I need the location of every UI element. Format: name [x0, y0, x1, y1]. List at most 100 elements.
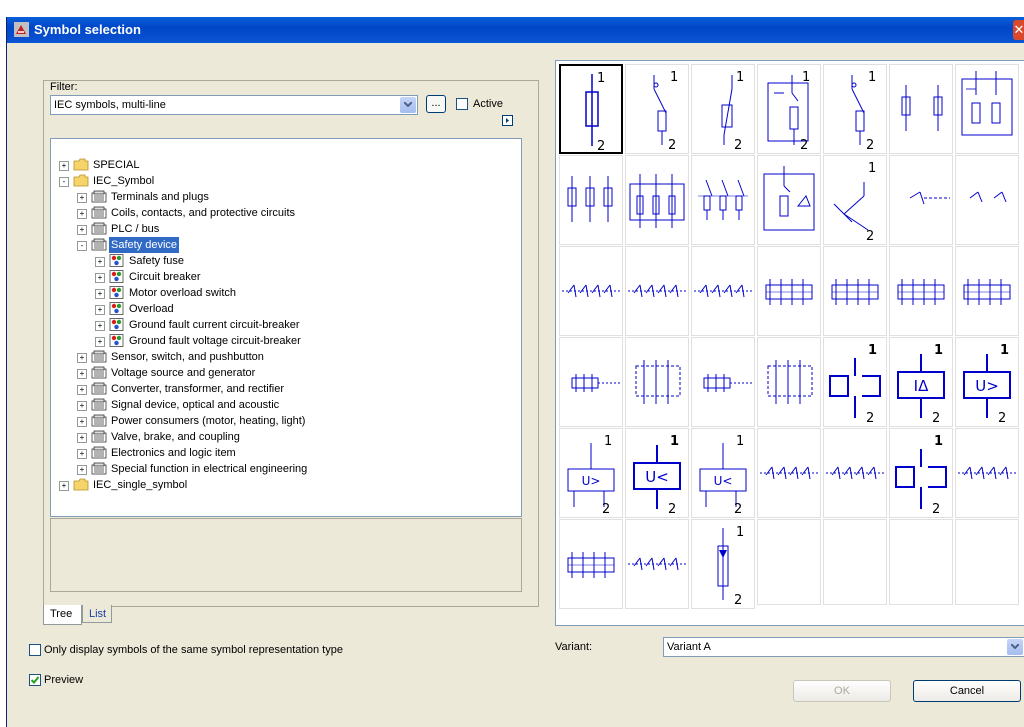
tree-item[interactable]: + Ground fault current circuit-breaker — [51, 317, 521, 333]
symbol-cell[interactable] — [955, 246, 1019, 336]
close-button[interactable]: ✕ — [1013, 20, 1024, 40]
symbol-cell[interactable] — [757, 428, 821, 518]
tree-item[interactable]: + SPECIAL — [51, 157, 521, 173]
tree-item[interactable]: + Safety fuse — [51, 253, 521, 269]
expand-icon[interactable]: + — [77, 449, 87, 459]
tree-item[interactable]: + Valve, brake, and coupling — [51, 429, 521, 445]
symbol-cell[interactable] — [559, 155, 623, 245]
expand-icon[interactable]: + — [95, 289, 105, 299]
symbol-cell[interactable]: 12 — [889, 428, 953, 518]
filter-options-button[interactable]: ... — [426, 95, 446, 113]
filter-dropdown[interactable]: IEC symbols, multi-line — [50, 95, 418, 115]
symbol-cell[interactable] — [625, 337, 689, 427]
preview-checkbox[interactable] — [29, 674, 41, 686]
collapse-icon[interactable]: - — [77, 241, 87, 251]
expand-icon[interactable]: + — [59, 161, 69, 171]
tree-item[interactable]: + Terminals and plugs — [51, 189, 521, 205]
symbol-cell[interactable] — [625, 155, 689, 245]
expand-icon[interactable]: + — [95, 337, 105, 347]
tree-item[interactable]: + Special function in electrical engineer… — [51, 461, 521, 477]
tree-item[interactable]: + Circuit breaker — [51, 269, 521, 285]
symbol-cell[interactable] — [559, 519, 623, 609]
tab-tree[interactable]: Tree — [43, 605, 82, 625]
symbol-cell[interactable]: 12 — [757, 64, 821, 154]
tree-item[interactable]: + Electronics and logic item — [51, 445, 521, 461]
symbol-fuse-disc-icon: 12 — [721, 70, 744, 153]
symbol-cell[interactable]: 12 — [691, 64, 755, 154]
symbol-cell[interactable]: U> 1 2 — [955, 337, 1019, 427]
same-type-checkbox[interactable] — [29, 644, 41, 656]
symbol-cell[interactable] — [889, 155, 953, 245]
symbol-cell[interactable]: 12 — [559, 64, 623, 154]
expand-arrow-icon[interactable] — [502, 115, 513, 126]
symbol-cell[interactable] — [757, 155, 821, 245]
ok-button[interactable]: OK — [793, 680, 891, 702]
variant-dropdown[interactable]: Variant A — [663, 637, 1024, 657]
symbol-cell[interactable] — [955, 155, 1019, 245]
expand-icon[interactable]: + — [59, 481, 69, 491]
tree-item[interactable]: - Safety device — [51, 237, 521, 253]
collapse-icon[interactable]: - — [59, 177, 69, 187]
symbol-cell[interactable]: U< 1 2 — [691, 428, 755, 518]
symbol-breaker-dash-icon — [909, 191, 950, 205]
chevron-down-icon[interactable] — [1007, 639, 1023, 655]
symbol-cell[interactable] — [823, 428, 887, 518]
expand-icon[interactable]: + — [77, 385, 87, 395]
tree-item[interactable]: + Ground fault voltage circuit-breaker — [51, 333, 521, 349]
tree-item[interactable]: + Signal device, optical and acoustic — [51, 397, 521, 413]
symbol-cell[interactable] — [559, 246, 623, 336]
tree-item[interactable]: + Overload — [51, 301, 521, 317]
expand-icon[interactable]: + — [77, 401, 87, 411]
tree-item[interactable]: + Motor overload switch — [51, 285, 521, 301]
tree-item[interactable]: + Converter, transformer, and rectifier — [51, 381, 521, 397]
symbol-grid[interactable]: 1 2 1 2 1 2 1 2 1 2 1 2 1 2 IΔ 1 2 U> 1 2 U> 1 2 U< 1 2 U< 1 2 1 2 1 2 — [555, 60, 1024, 626]
expand-icon[interactable]: + — [77, 369, 87, 379]
symbol-cell[interactable]: 12 — [823, 155, 887, 245]
expand-icon[interactable]: + — [95, 321, 105, 331]
tree-item-label: PLC / bus — [111, 223, 160, 235]
tree-item[interactable]: + IEC_single_symbol — [51, 477, 521, 493]
symbol-cell[interactable] — [889, 246, 953, 336]
symbol-cell[interactable] — [757, 337, 821, 427]
tree-item[interactable]: + Sensor, switch, and pushbutton — [51, 349, 521, 365]
expand-icon[interactable]: + — [95, 305, 105, 315]
symbol-cell[interactable] — [625, 519, 689, 609]
expand-icon[interactable]: + — [77, 433, 87, 443]
symbol-cell[interactable]: U> 1 2 — [559, 428, 623, 518]
tree-item[interactable]: + Voltage source and generator — [51, 365, 521, 381]
symbol-cell[interactable] — [823, 246, 887, 336]
symbol-cell[interactable]: 12 — [823, 64, 887, 154]
symbol-cell[interactable] — [757, 246, 821, 336]
symbol-cell[interactable] — [625, 246, 689, 336]
expand-icon[interactable]: + — [77, 209, 87, 219]
symbol-cell[interactable] — [889, 64, 953, 154]
expand-icon[interactable]: + — [95, 257, 105, 267]
symbol-cell[interactable]: 12 — [823, 337, 887, 427]
symbol-cell[interactable]: U< 1 2 — [625, 428, 689, 518]
symbol-cell[interactable] — [691, 337, 755, 427]
symbol-cell[interactable]: 12 — [691, 519, 755, 609]
expand-icon[interactable]: + — [77, 465, 87, 475]
tree-item[interactable]: - IEC_Symbol — [51, 173, 521, 189]
expand-icon[interactable]: + — [77, 353, 87, 363]
symbol-cell[interactable] — [691, 246, 755, 336]
symbol-cell[interactable]: IΔ 1 2 — [889, 337, 953, 427]
cancel-button[interactable]: Cancel — [913, 680, 1021, 702]
expand-icon[interactable]: + — [77, 193, 87, 203]
symbol-cell[interactable] — [955, 64, 1019, 154]
expand-icon[interactable]: + — [77, 225, 87, 235]
symbol-cell[interactable] — [955, 428, 1019, 518]
tree-item[interactable]: + Power consumers (motor, heating, light) — [51, 413, 521, 429]
symbol-cell[interactable] — [559, 337, 623, 427]
tree-item[interactable]: + PLC / bus — [51, 221, 521, 237]
expand-icon[interactable]: + — [77, 417, 87, 427]
active-checkbox[interactable] — [456, 98, 468, 110]
symbol-cell[interactable] — [691, 155, 755, 245]
tree-item[interactable]: + Coils, contacts, and protective circuit… — [51, 205, 521, 221]
tab-list[interactable]: List — [82, 605, 112, 623]
chevron-down-icon[interactable] — [400, 97, 416, 113]
expand-icon[interactable]: + — [95, 273, 105, 283]
symbol-tree[interactable]: + SPECIAL - IEC_Symbol + Terminals and plugs +… — [50, 138, 522, 517]
symbol-cell[interactable]: 12 — [625, 64, 689, 154]
svg-text:IΔ: IΔ — [914, 377, 929, 395]
